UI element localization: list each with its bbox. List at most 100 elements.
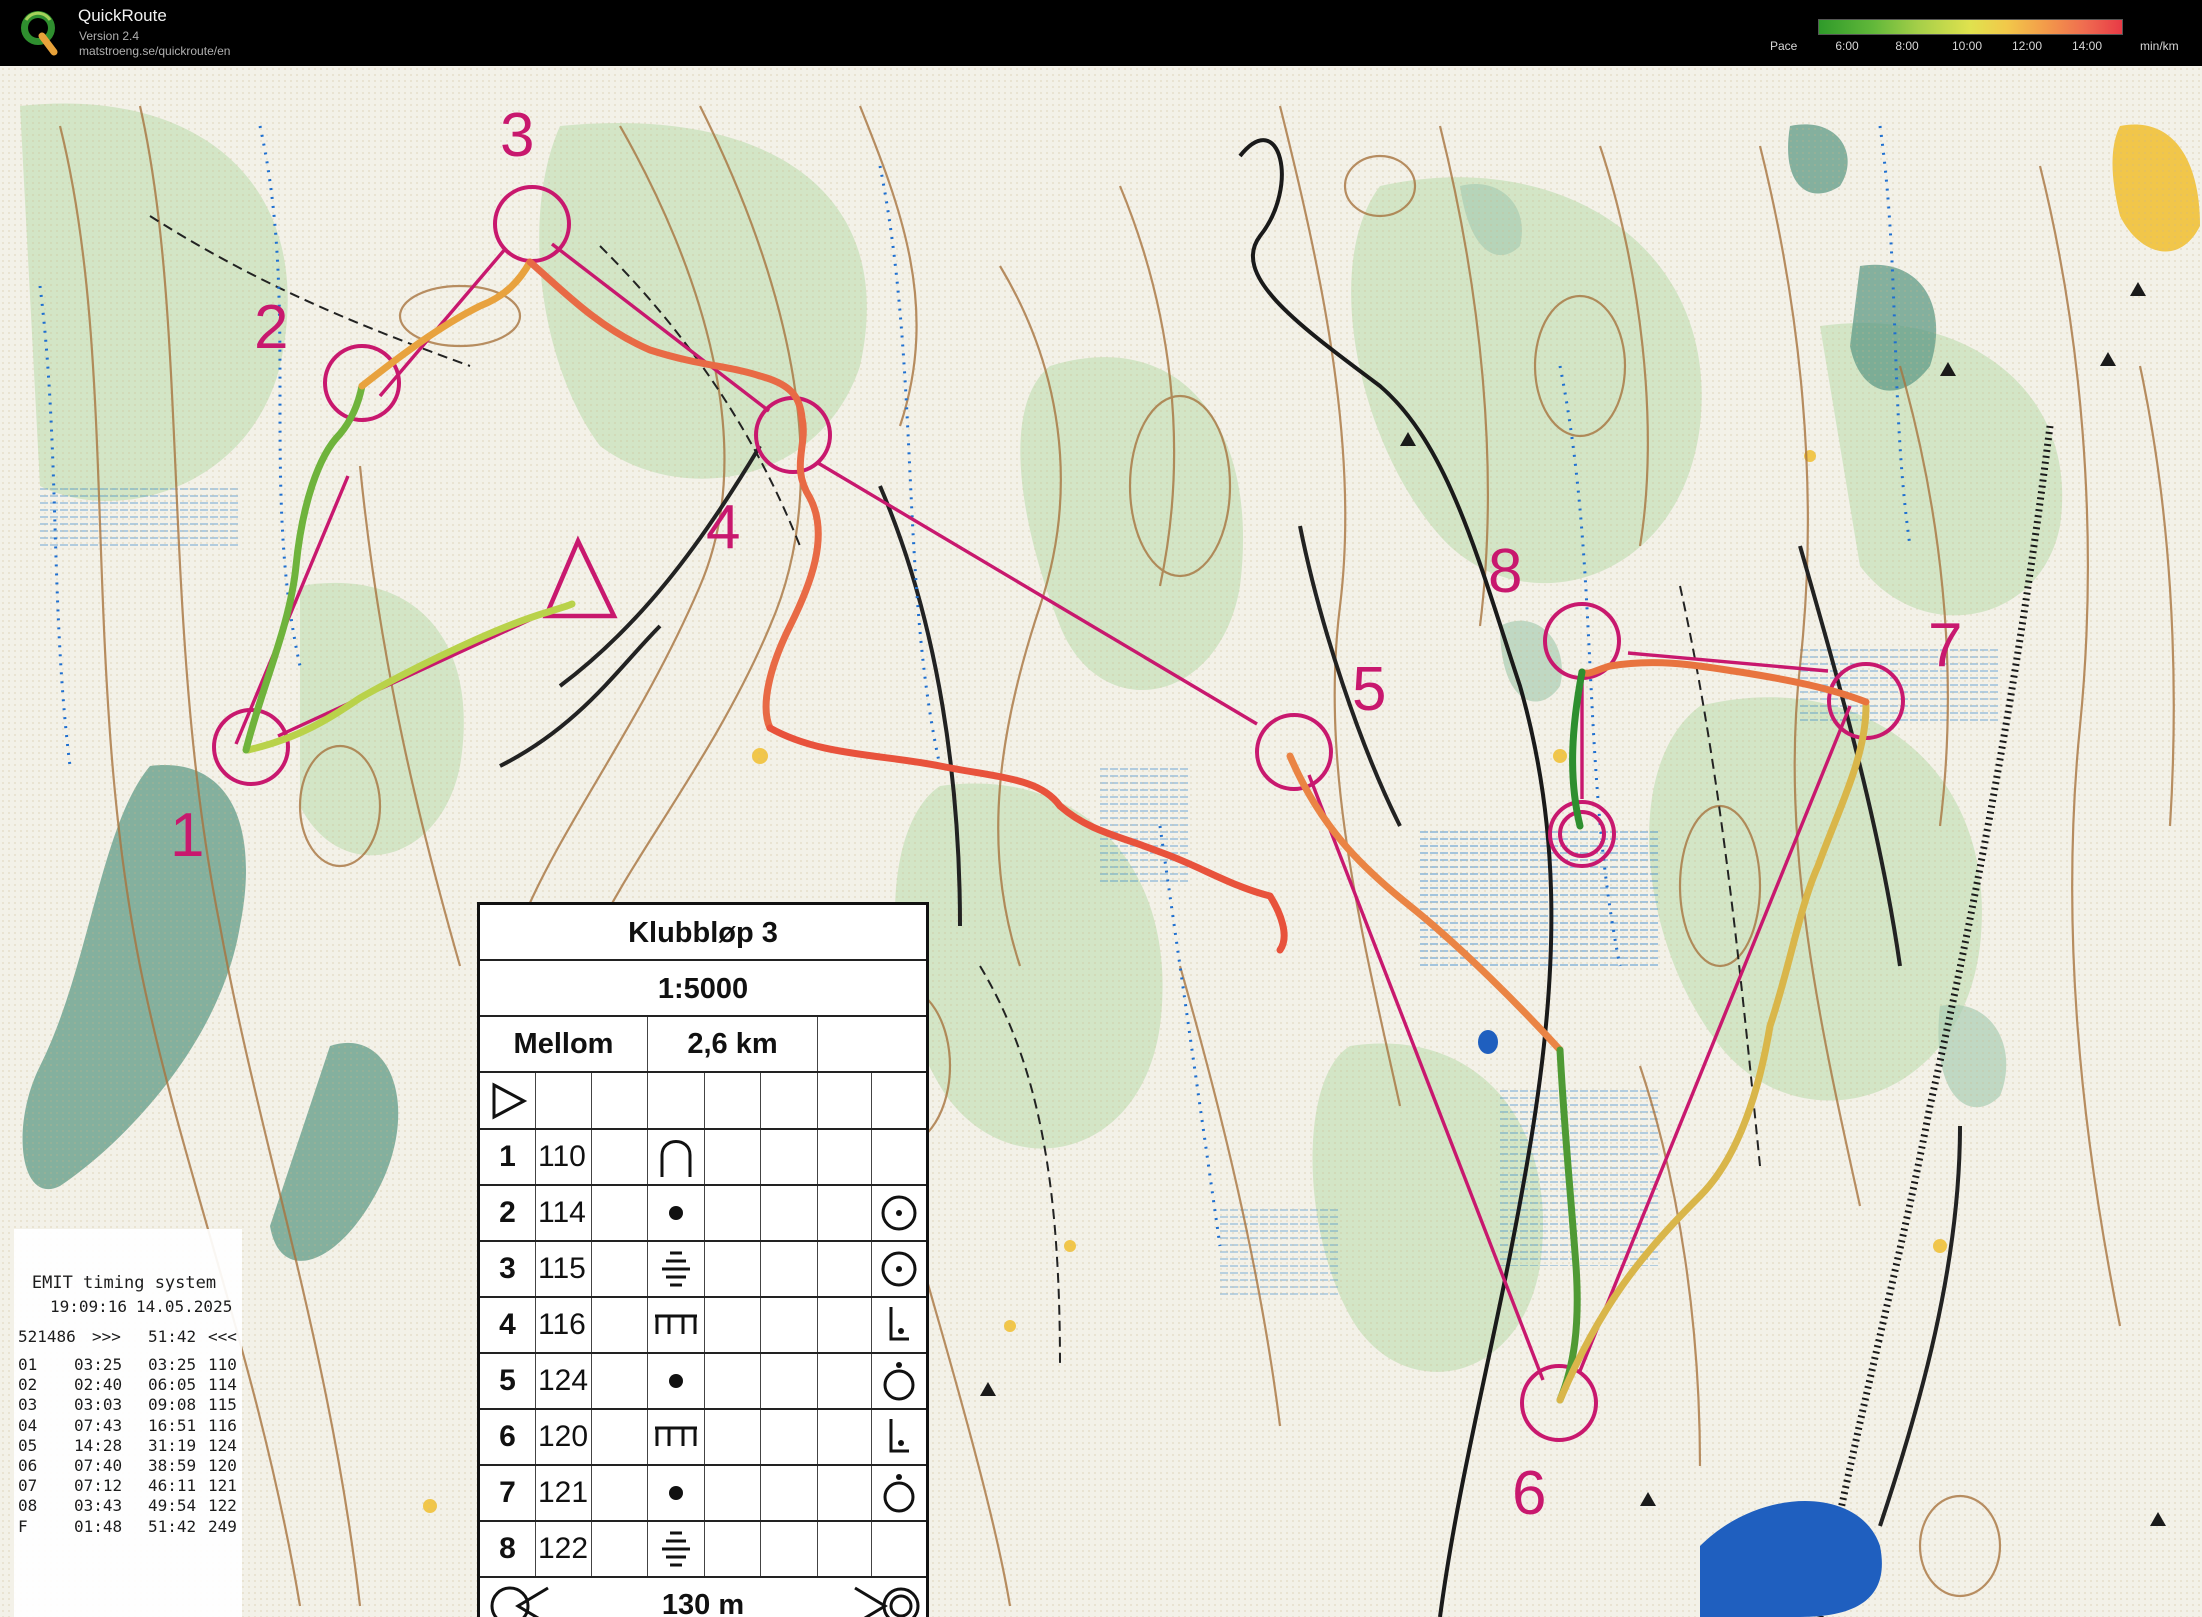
stairs-symbol-icon xyxy=(648,1242,705,1296)
foot-position-icon xyxy=(872,1298,926,1352)
ticket-leg: 06 xyxy=(18,1456,38,1475)
svg-text:3: 3 xyxy=(500,101,534,170)
quickroute-window: QuickRoute Version 2.4 matstroeng.se/qui… xyxy=(0,0,2202,1617)
empty-cell xyxy=(818,1130,872,1184)
empty-cell xyxy=(761,1298,818,1352)
pace-tick: 10:00 xyxy=(1951,39,1983,53)
control-number: 1 xyxy=(480,1130,536,1184)
svg-text:8: 8 xyxy=(1488,537,1522,606)
ticket-cum: 16:51 xyxy=(148,1415,197,1435)
ticket-split: 03:25 xyxy=(74,1355,123,1374)
empty-cell xyxy=(592,1298,648,1352)
ticket-code: 124 xyxy=(208,1435,237,1455)
ticket-split-row: 03 03:03 09:08 115 xyxy=(18,1395,240,1417)
ticket-code: 110 xyxy=(208,1355,237,1374)
cell-h xyxy=(872,1073,926,1128)
ticket-leg: 01 xyxy=(18,1355,38,1374)
ticket-code: 122 xyxy=(208,1496,237,1516)
ticket-split-row: 02 02:40 06:05 114 xyxy=(18,1375,240,1397)
start-row xyxy=(480,1073,926,1130)
cell-e xyxy=(705,1073,761,1128)
empty-cell xyxy=(592,1466,648,1520)
empty-cell xyxy=(705,1522,761,1576)
app-url[interactable]: matstroeng.se/quickroute/en xyxy=(79,44,230,58)
empty-cell xyxy=(761,1522,818,1576)
svg-text:7: 7 xyxy=(1928,611,1962,680)
ticket-split: 01:48 xyxy=(74,1516,123,1536)
finish-symbol-icon xyxy=(846,1578,926,1617)
control-row: 3 115 xyxy=(480,1242,926,1298)
control-code: 110 xyxy=(536,1130,592,1184)
control-row: 2 114 xyxy=(480,1186,926,1242)
ticket-time: 19:09:16 xyxy=(50,1297,128,1316)
course-class: Mellom xyxy=(480,1017,648,1071)
control-number: 8 xyxy=(480,1522,536,1576)
control-row: 5 124 xyxy=(480,1354,926,1410)
ticket-cum: 46:11 xyxy=(148,1476,197,1496)
ticket-split: 03:03 xyxy=(74,1395,123,1415)
cell-b xyxy=(536,1073,592,1128)
control-row: 6 120 xyxy=(480,1410,926,1466)
ticket-title: EMIT timing system xyxy=(31,1273,217,1293)
empty-cell xyxy=(761,1354,818,1408)
control-code: 116 xyxy=(536,1298,592,1352)
empty-cell xyxy=(592,1410,648,1464)
control-row: 4 116 xyxy=(480,1298,926,1354)
control-number: 2 xyxy=(480,1186,536,1240)
course-length: 2,6 km xyxy=(648,1017,818,1071)
empty-cell xyxy=(705,1186,761,1240)
empty-cell xyxy=(705,1410,761,1464)
cell-g xyxy=(818,1073,872,1128)
pace-tick: 6:00 xyxy=(1835,39,1859,53)
pace-tick: 12:00 xyxy=(2011,39,2043,53)
svg-text:2: 2 xyxy=(254,293,288,362)
control-number: 3 xyxy=(480,1242,536,1296)
comb-symbol-icon xyxy=(648,1298,705,1352)
orienteering-map[interactable]: 1 2 3 4 5 6 7 8 Klubbløp 3 1:5000 Mellom… xyxy=(0,66,2202,1617)
map-canvas[interactable]: 1 2 3 4 5 6 7 8 xyxy=(0,66,2202,1617)
top-position-icon xyxy=(872,1354,926,1408)
course-scale: 1:5000 xyxy=(480,961,926,1017)
control-row: 7 121 xyxy=(480,1466,926,1522)
ticket-cum: 03:25 xyxy=(148,1355,197,1374)
ticket-cum: 06:05 xyxy=(148,1375,197,1395)
empty-cell xyxy=(761,1410,818,1464)
control-code: 120 xyxy=(536,1410,592,1464)
empty-cell xyxy=(592,1242,648,1296)
empty-cell xyxy=(761,1242,818,1296)
ticket-split: 14:28 xyxy=(74,1435,123,1455)
svg-text:1: 1 xyxy=(170,801,204,870)
control-number: 5 xyxy=(480,1354,536,1408)
control-row: 8 122 xyxy=(480,1522,926,1578)
ticket-cum: 51:42 xyxy=(148,1516,197,1536)
empty-cell xyxy=(705,1130,761,1184)
empty-cell xyxy=(818,1466,872,1520)
ticket-header-row: 521486 >>> 51:42 <<< xyxy=(18,1327,240,1349)
app-header: QuickRoute Version 2.4 matstroeng.se/qui… xyxy=(0,0,2202,66)
comb-symbol-icon xyxy=(648,1410,705,1464)
ticket-code: 116 xyxy=(208,1415,237,1435)
dot-symbol-icon xyxy=(648,1466,705,1520)
top-position-icon xyxy=(872,1466,926,1520)
ticket-cum: 31:19 xyxy=(148,1435,197,1455)
control-number: 4 xyxy=(480,1298,536,1352)
finish-row: 130 m xyxy=(480,1578,926,1617)
empty-cell xyxy=(818,1242,872,1296)
pond xyxy=(1478,1030,1498,1054)
ticket-cum: 09:08 xyxy=(148,1395,197,1415)
svg-text:5: 5 xyxy=(1352,655,1386,724)
foot-position-icon xyxy=(872,1410,926,1464)
ticket-end-mark: <<< xyxy=(208,1327,237,1346)
pace-tick: 14:00 xyxy=(2071,39,2103,53)
empty-cell xyxy=(705,1466,761,1520)
control-row: 1 110 xyxy=(480,1130,926,1186)
course-climb xyxy=(818,1017,926,1071)
hill-symbol-icon xyxy=(648,1130,705,1184)
quickroute-logo-icon xyxy=(21,11,58,56)
empty-cell xyxy=(761,1186,818,1240)
empty-cell xyxy=(872,1130,926,1184)
empty-cell xyxy=(705,1242,761,1296)
svg-text:6: 6 xyxy=(1512,1459,1546,1528)
svg-text:4: 4 xyxy=(706,493,740,562)
dot-symbol-icon xyxy=(648,1354,705,1408)
